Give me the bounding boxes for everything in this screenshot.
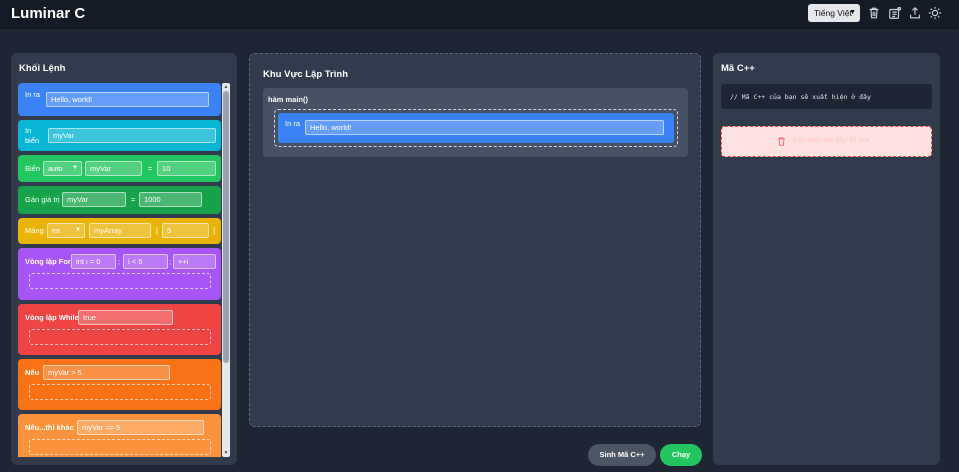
if-label: Nếu (25, 368, 40, 377)
for-separator: ; (169, 257, 172, 266)
assign-block-label: Gán giá trị (25, 195, 60, 204)
export-icon[interactable] (908, 6, 922, 20)
array-block[interactable]: Mảng int ▼ myArray [ 5 ] (18, 218, 221, 244)
block-palette: In ra Hello, world! In biến myVar Biến a… (18, 83, 221, 457)
bracket-close: ] (213, 226, 216, 235)
input-block[interactable]: In biến myVar (18, 120, 221, 151)
sun-icon[interactable] (928, 6, 942, 20)
run-button[interactable]: Chạy (660, 444, 702, 466)
for-loop-label: Vòng lặp For (25, 257, 71, 266)
array-type-value: int (52, 226, 60, 235)
scroll-down-icon[interactable]: ▼ (222, 449, 230, 457)
print-block[interactable]: In ra Hello, world! (18, 83, 221, 116)
language-select-value: Tiếng Việt (814, 8, 852, 18)
equals-sign: = (131, 195, 136, 204)
trash-icon[interactable] (867, 6, 881, 20)
input-var-input[interactable]: myVar (48, 128, 216, 143)
palette-title: Khối Lệnh (19, 63, 66, 74)
while-body-dropzone[interactable] (29, 329, 211, 345)
if-body-dropzone[interactable] (29, 384, 211, 400)
assign-block[interactable]: Gán giá trị myVar = 1000 (18, 186, 221, 214)
while-loop-label: Vòng lặp While (25, 313, 79, 322)
while-loop-block[interactable]: Vòng lặp While true (18, 304, 221, 355)
assign-value-input[interactable]: 1000 (139, 192, 202, 207)
variable-type-select[interactable]: auto ▼ (43, 161, 82, 176)
for-step-input[interactable]: ++i (173, 254, 216, 269)
for-body-dropzone[interactable] (29, 273, 211, 289)
if-condition-input[interactable]: myVar > 5 (43, 365, 170, 380)
code-panel (713, 53, 940, 465)
code-output: // Mã C++ của bạn sẽ xuất hiện ở đây (721, 84, 932, 109)
variable-block[interactable]: Biến auto ▼ myVar = 10 (18, 155, 221, 182)
main-function-label: hàm main() (268, 95, 309, 104)
for-condition-input[interactable]: i < 5 (123, 254, 168, 269)
input-block-label: In biến (25, 126, 40, 145)
array-size-input[interactable]: 5 (162, 223, 209, 238)
chevron-down-icon: ▼ (849, 9, 856, 16)
app-title: Luminar C (11, 5, 86, 22)
if-else-block[interactable]: Nếu...thì khác myVar == 5 (18, 414, 221, 457)
if-else-condition-input[interactable]: myVar == 5 (77, 420, 204, 435)
bracket-open: [ (156, 226, 159, 235)
language-select[interactable]: Tiếng Việt ▼ (808, 4, 860, 22)
main-body-dropzone[interactable]: In ra Hello, world! (274, 109, 678, 147)
generate-code-button[interactable]: Sinh Mã C++ (588, 444, 656, 466)
array-name-input[interactable]: myArray (89, 223, 151, 238)
scroll-thumb[interactable] (223, 91, 229, 363)
for-separator: ; (118, 257, 121, 266)
for-loop-block[interactable]: Vòng lặp For int i = 0 ; i < 5 ; ++i (18, 248, 221, 300)
if-else-body-dropzone[interactable] (29, 439, 211, 455)
if-block[interactable]: Nếu myVar > 5 (18, 359, 221, 410)
workspace-title: Khu Vực Lập Trình (263, 69, 348, 80)
array-block-label: Mảng (25, 226, 44, 235)
array-type-select[interactable]: int ▼ (47, 223, 85, 238)
variable-type-value: auto (48, 164, 63, 173)
palette-scrollbar[interactable]: ▲ ▼ (222, 83, 230, 457)
chevron-down-icon: ▼ (72, 165, 78, 171)
chevron-down-icon: ▼ (75, 227, 81, 233)
print-block-label: In ra (25, 90, 41, 99)
assign-name-input[interactable]: myVar (62, 192, 126, 207)
trash-icon (776, 136, 787, 147)
scroll-up-icon[interactable]: ▲ (222, 83, 230, 91)
variable-block-label: Biến (25, 164, 41, 173)
trash-dropzone[interactable]: Kéo khối vào đây để xóa (721, 126, 932, 157)
main-function-block[interactable]: hàm main() In ra Hello, world! (263, 88, 688, 157)
for-init-input[interactable]: int i = 0 (71, 254, 116, 269)
workspace-print-label: In ra (285, 119, 301, 128)
top-bar: Luminar C Tiếng Việt ▼ (0, 0, 959, 29)
edit-settings-icon[interactable] (888, 6, 902, 20)
workspace-print-input[interactable]: Hello, world! (305, 120, 664, 135)
equals-sign: = (148, 164, 153, 173)
if-else-label: Nếu...thì khác (25, 423, 74, 432)
variable-value-input[interactable]: 10 (157, 161, 216, 176)
variable-name-input[interactable]: myVar (85, 161, 142, 176)
print-value-input[interactable]: Hello, world! (46, 92, 209, 107)
workspace-print-block[interactable]: In ra Hello, world! (278, 113, 674, 143)
code-panel-title: Mã C++ (721, 63, 755, 74)
while-condition-input[interactable]: true (78, 310, 173, 325)
trash-dropzone-text: Kéo khối vào đây để xóa (793, 137, 870, 144)
